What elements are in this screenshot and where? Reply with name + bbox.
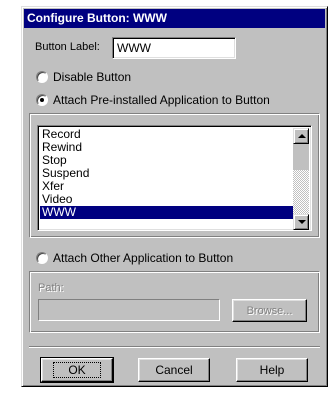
list-item-suspend[interactable]: Suspend: [40, 167, 293, 180]
list-item-video[interactable]: Video: [40, 193, 293, 206]
ok-button[interactable]: OK: [40, 357, 114, 383]
scroll-up-icon: [298, 134, 306, 138]
scroll-down-button[interactable]: [293, 214, 309, 230]
other-application-label: Attach Other Application to Button: [53, 251, 234, 265]
scroll-track[interactable]: [293, 170, 309, 214]
application-list-items: Record Rewind Stop Suspend Xfer Video WW…: [40, 128, 293, 230]
other-application-radio[interactable]: [36, 252, 48, 264]
configure-button-dialog: Configure Button: WWW Button Label: WWW …: [21, 6, 328, 387]
list-item-xfer[interactable]: Xfer: [40, 180, 293, 193]
disable-button-radio[interactable]: [36, 71, 48, 83]
ok-button-label: OK: [53, 362, 101, 378]
list-scrollbar[interactable]: [293, 128, 309, 230]
dialog-title: Configure Button: WWW: [24, 9, 325, 28]
application-list[interactable]: Record Rewind Stop Suspend Xfer Video WW…: [37, 125, 312, 231]
preinstalled-label: Attach Pre-installed Application to Butt…: [53, 93, 270, 107]
list-item-www[interactable]: WWW: [40, 206, 293, 219]
cancel-button[interactable]: Cancel: [138, 358, 210, 382]
button-label-value: WWW: [117, 41, 151, 55]
browse-button[interactable]: Browse...: [232, 299, 307, 322]
scroll-thumb-area: [293, 144, 309, 170]
preinstalled-radio[interactable]: [36, 94, 48, 106]
scroll-up-button[interactable]: [293, 128, 309, 144]
list-item-rewind[interactable]: Rewind: [40, 141, 293, 154]
disable-button-label: Disable Button: [53, 70, 132, 84]
button-label-input[interactable]: WWW: [112, 37, 236, 59]
separator: [29, 346, 320, 348]
path-input[interactable]: [38, 299, 220, 321]
scroll-down-icon: [298, 220, 306, 224]
help-button[interactable]: Help: [236, 358, 308, 382]
path-label: Path:: [38, 282, 64, 294]
button-label-caption: Button Label:: [35, 41, 100, 53]
radio-selected-dot: [40, 98, 44, 102]
